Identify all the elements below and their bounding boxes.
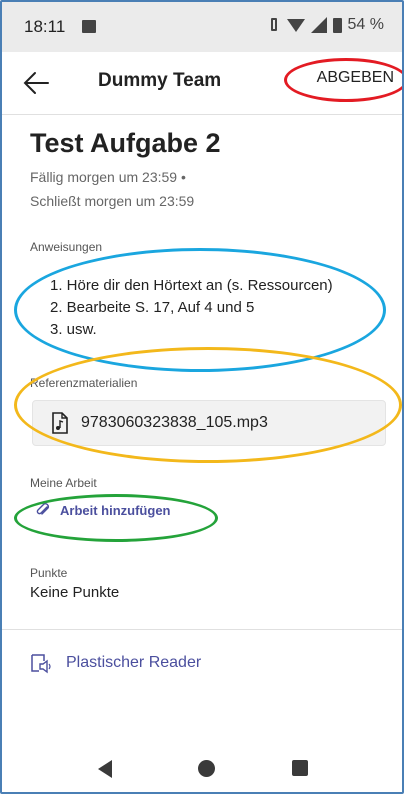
app-bar: Dummy Team ABGEBEN bbox=[2, 52, 402, 115]
status-time: 18:11 bbox=[24, 17, 66, 36]
divider bbox=[2, 629, 402, 630]
team-title: Dummy Team bbox=[98, 70, 222, 91]
status-bar: 18:11 54 % bbox=[2, 2, 402, 52]
signal-icon bbox=[310, 17, 327, 33]
immersive-reader-icon bbox=[31, 654, 51, 674]
immersive-reader-label: Plastischer Reader bbox=[66, 654, 202, 671]
status-indicators: 54 % bbox=[267, 16, 384, 34]
add-work-highlight-ring bbox=[14, 494, 218, 542]
gallery-notification-icon bbox=[82, 20, 96, 33]
assignment-header: Test Aufgabe 2 Fällig morgen um 23:59 • … bbox=[30, 128, 384, 213]
points-value: Keine Punkte bbox=[30, 584, 120, 601]
assignment-title: Test Aufgabe 2 bbox=[30, 128, 221, 158]
wifi-icon bbox=[286, 18, 305, 32]
submit-highlight-ring bbox=[284, 58, 402, 102]
android-nav-bar bbox=[2, 748, 402, 792]
vibrate-icon bbox=[267, 17, 281, 33]
nav-home-icon[interactable] bbox=[198, 760, 215, 777]
close-date: Schließt morgen um 23:59 bbox=[30, 193, 195, 209]
back-arrow-icon[interactable] bbox=[22, 70, 50, 96]
battery-percent: 54 % bbox=[347, 16, 384, 33]
phone-screen: 18:11 54 % Dummy Team ABGEBEN Test Aufga… bbox=[0, 0, 404, 794]
points-label: Punkte bbox=[30, 566, 68, 580]
immersive-reader-button[interactable]: Plastischer Reader bbox=[30, 652, 201, 674]
due-date: Fällig morgen um 23:59 • bbox=[30, 169, 186, 185]
assignment-dates: Fällig morgen um 23:59 • Schließt morgen… bbox=[30, 165, 384, 213]
nav-back-icon[interactable] bbox=[98, 760, 112, 778]
nav-recents-icon[interactable] bbox=[292, 760, 308, 776]
instructions-label: Anweisungen bbox=[30, 240, 103, 254]
reference-highlight-ring bbox=[14, 347, 402, 463]
my-work-label: Meine Arbeit bbox=[30, 476, 97, 490]
battery-icon bbox=[332, 17, 342, 33]
